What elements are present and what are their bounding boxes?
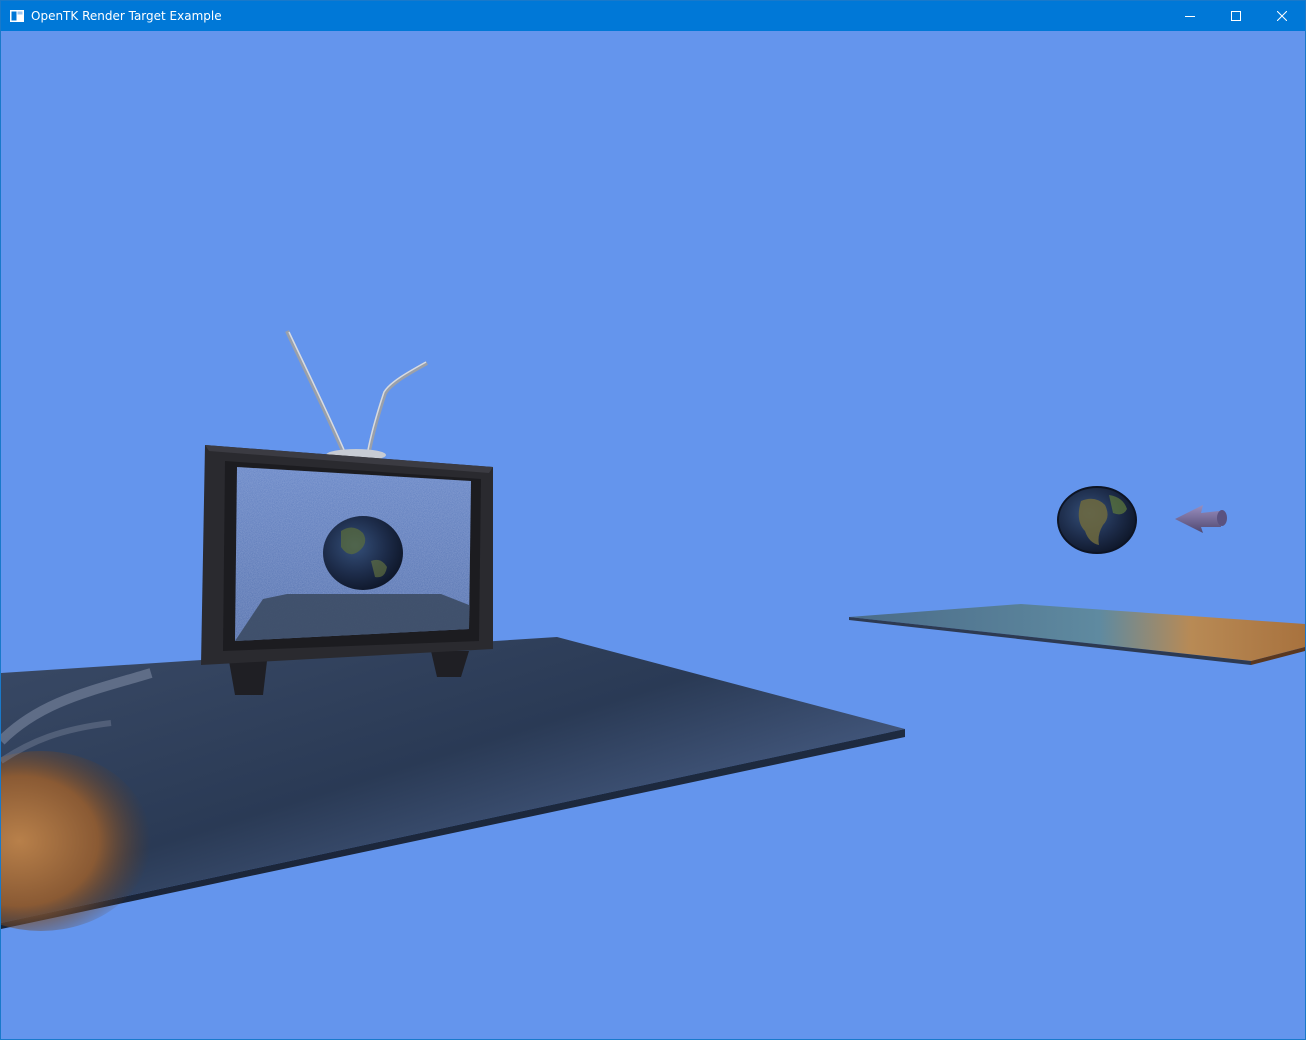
distant-plane [849, 604, 1305, 665]
close-icon [1277, 11, 1287, 21]
window-title: OpenTK Render Target Example [31, 9, 222, 23]
title-bar[interactable]: OpenTK Render Target Example [1, 1, 1305, 31]
maximize-icon [1231, 11, 1241, 21]
arrow-model [1175, 505, 1227, 533]
3d-scene[interactable] [1, 31, 1305, 1039]
tv-screen-render-target [235, 467, 471, 641]
textured-floor-plane [1, 637, 905, 931]
caption-buttons [1167, 1, 1305, 31]
app-window: OpenTK Render Target Example [0, 0, 1306, 1040]
maximize-button[interactable] [1213, 1, 1259, 31]
app-window-icon [9, 8, 25, 24]
render-viewport[interactable] [1, 31, 1305, 1039]
minimize-button[interactable] [1167, 1, 1213, 31]
close-button[interactable] [1259, 1, 1305, 31]
minimize-icon [1185, 16, 1195, 17]
earth-sphere [1057, 486, 1137, 554]
